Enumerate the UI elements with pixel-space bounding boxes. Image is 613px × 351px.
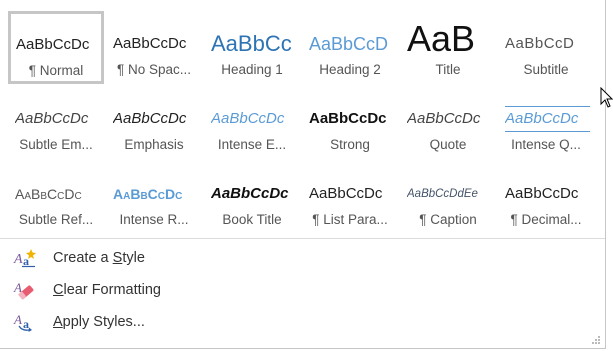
style-subtle-reference[interactable]: AaBbCcDc Subtle Ref...: [8, 161, 104, 234]
style-decimal-aligned[interactable]: AaBbCcDc ¶ Decimal...: [498, 161, 594, 234]
style-subtitle[interactable]: AaBbCcD Subtitle: [498, 11, 594, 84]
style-heading-1[interactable]: AaBbCc Heading 1: [204, 11, 300, 84]
style-label: Intense R...: [119, 212, 189, 227]
apply-styles-menu-item[interactable]: A a Apply Styles...: [13, 309, 145, 335]
style-label: Subtle Em...: [19, 137, 93, 152]
styles-gallery: AaBbCcDc ¶ Normal AaBbCcDc ¶ No Spac... …: [8, 11, 596, 234]
styles-panel: AaBbCcDc ¶ Normal AaBbCcDc ¶ No Spac... …: [0, 0, 606, 349]
style-label: Heading 2: [319, 62, 381, 77]
style-label: ¶ Normal: [28, 63, 84, 78]
style-intense-quote[interactable]: AaBbCcDc Intense Q...: [498, 86, 594, 159]
svg-text:a: a: [23, 317, 29, 331]
svg-text:A: A: [13, 252, 23, 267]
style-label: Emphasis: [124, 137, 184, 152]
style-preview: AaBbCcDc: [16, 36, 90, 53]
style-preview: AaBbCcDc: [113, 110, 187, 127]
style-preview: AaBbCcD: [309, 34, 389, 54]
style-label: Title: [435, 62, 461, 77]
eraser-icon: A: [13, 280, 37, 300]
style-preview: AaBbCcDc: [505, 106, 590, 132]
style-label: Intense E...: [217, 137, 287, 152]
style-intense-emphasis[interactable]: AaBbCcDc Intense E...: [204, 86, 300, 159]
style-label: Subtitle: [523, 62, 569, 77]
resize-gripper-icon[interactable]: [589, 332, 601, 344]
style-preview: AaBbCcDc: [211, 185, 289, 202]
create-style-icon: A a: [13, 248, 37, 268]
style-list-paragraph[interactable]: AaBbCcDc ¶ List Para...: [302, 161, 398, 234]
style-quote[interactable]: AaBbCcDc Quote: [400, 86, 496, 159]
style-label: Heading 1: [221, 62, 283, 77]
style-preview: AaBbCcDc: [309, 185, 383, 202]
mouse-cursor-icon: [600, 86, 613, 109]
style-preview: AaB: [407, 21, 476, 57]
style-preview: AaBbCcDdEe: [407, 188, 478, 200]
style-preview: AaBbCcD: [505, 35, 575, 52]
style-title[interactable]: AaB Title: [400, 11, 496, 84]
style-heading-2[interactable]: AaBbCcD Heading 2: [302, 11, 398, 84]
apply-styles-icon: A a: [13, 312, 37, 332]
style-label: Quote: [429, 137, 467, 152]
svg-text:A: A: [13, 312, 22, 327]
style-label: ¶ Decimal...: [510, 212, 582, 227]
create-style-menu-item[interactable]: A a Create a Style: [13, 245, 145, 271]
style-emphasis[interactable]: AaBbCcDc Emphasis: [106, 86, 202, 159]
style-preview: AaBbCcDc: [211, 110, 285, 127]
style-preview: AaBbCcDc: [309, 110, 387, 127]
style-subtle-emphasis[interactable]: AaBbCcDc Subtle Em...: [8, 86, 104, 159]
clear-formatting-menu-item[interactable]: A Clear Formatting: [13, 277, 161, 303]
style-label: ¶ List Para...: [312, 212, 388, 227]
style-preview: AaBbCcDc: [15, 186, 82, 202]
style-normal[interactable]: AaBbCcDc ¶ Normal: [8, 11, 104, 84]
style-label: ¶ Caption: [419, 212, 477, 227]
style-label: Subtle Ref...: [18, 212, 94, 227]
style-strong[interactable]: AaBbCcDc Strong: [302, 86, 398, 159]
create-style-label: Create a Style: [53, 250, 145, 266]
style-preview: AaBbCcDc: [15, 110, 89, 127]
style-label: Book Title: [222, 212, 282, 227]
style-label: ¶ No Spac...: [116, 62, 192, 77]
styles-menu: A a Create a Style A Clear Formatting A …: [0, 238, 605, 349]
style-preview: AaBbCcDc: [505, 185, 579, 202]
style-preview: AaBbCcDc: [113, 35, 187, 52]
style-book-title[interactable]: AaBbCcDc Book Title: [204, 161, 300, 234]
style-no-spacing[interactable]: AaBbCcDc ¶ No Spac...: [106, 11, 202, 84]
style-label: Strong: [330, 137, 370, 152]
clear-formatting-label: Clear Formatting: [53, 282, 161, 298]
style-preview: AaBbCcDc: [407, 110, 481, 127]
apply-styles-label: Apply Styles...: [53, 314, 145, 330]
style-preview: AaBbCcDc: [113, 186, 183, 202]
style-preview: AaBbCc: [211, 31, 292, 56]
svg-text:a: a: [23, 254, 29, 268]
style-intense-reference[interactable]: AaBbCcDc Intense R...: [106, 161, 202, 234]
style-caption[interactable]: AaBbCcDdEe ¶ Caption: [400, 161, 496, 234]
style-label: Intense Q...: [511, 137, 581, 152]
